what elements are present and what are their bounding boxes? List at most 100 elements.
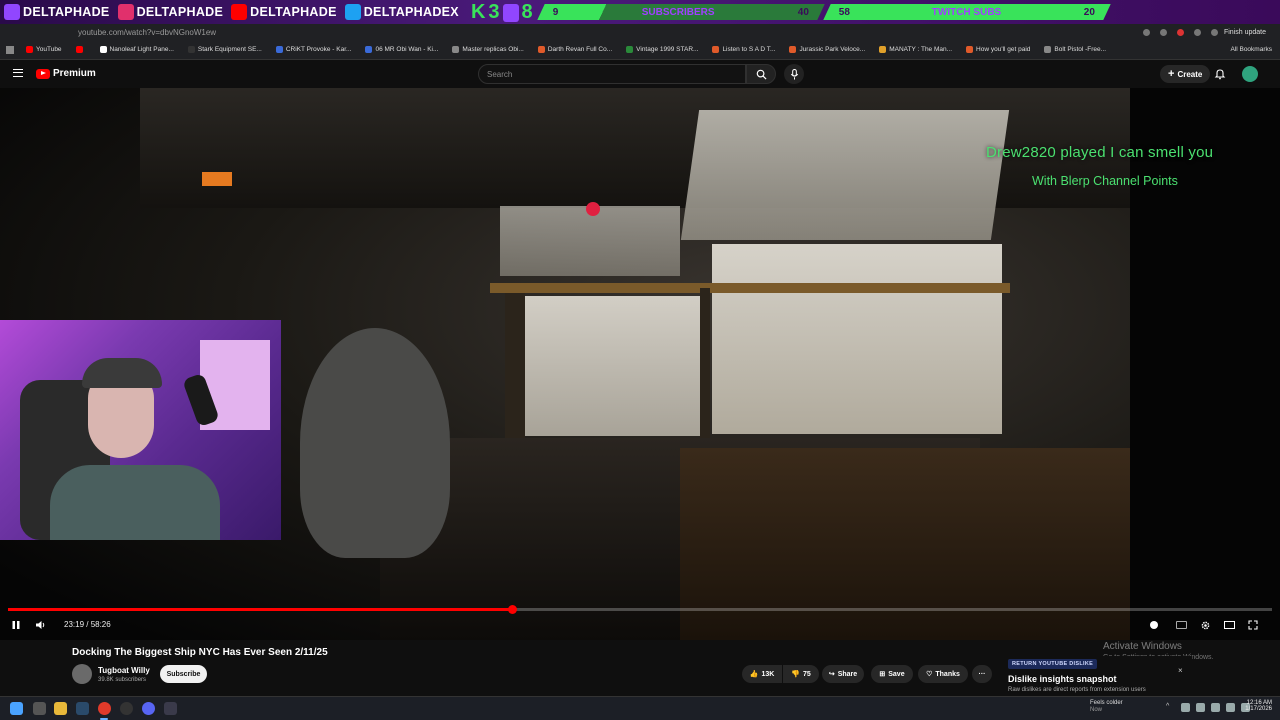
bookmark-favicon-icon xyxy=(187,46,195,53)
tray-app-icon[interactable] xyxy=(1196,703,1205,712)
extension-icon[interactable] xyxy=(1194,28,1201,36)
captions-button[interactable] xyxy=(1174,618,1188,632)
bookmark-item[interactable]: Vintage 1999 STAR... xyxy=(620,46,704,53)
like-button[interactable]: 👍 13K xyxy=(742,665,782,683)
bookmark-item[interactable]: Nanoleaf Light Pane... xyxy=(94,46,180,53)
finish-update-button[interactable]: Finish update xyxy=(1224,29,1266,36)
all-bookmarks-label: All Bookmarks xyxy=(1230,46,1272,53)
extension-icon[interactable] xyxy=(1143,28,1150,36)
bookmark-star-icon[interactable] xyxy=(1160,28,1167,36)
bookmark-item[interactable]: Master replicas Obi... xyxy=(446,46,529,53)
bookmark-item[interactable]: 06 MR Obi Wan - Ki... xyxy=(359,46,444,53)
settings-button[interactable] xyxy=(1198,618,1212,632)
fullscreen-button[interactable] xyxy=(1246,618,1260,632)
thumbs-down-icon: 👎 xyxy=(791,671,800,678)
window-pane xyxy=(680,110,1010,240)
bookmark-favicon-icon xyxy=(879,46,887,53)
share-button[interactable]: ↪ Share xyxy=(822,665,864,683)
social-handle: DELTAPHADEX xyxy=(341,2,463,22)
bookmark-favicon-icon xyxy=(452,46,460,53)
bookmark-favicon-icon xyxy=(1044,46,1052,53)
chrome-icon[interactable] xyxy=(98,702,111,715)
bookmark-item[interactable]: Stark Equipment SE... xyxy=(182,46,268,53)
create-button[interactable]: + Create xyxy=(1160,65,1211,83)
channel-avatar[interactable] xyxy=(72,664,92,684)
notifications-bell-icon[interactable] xyxy=(1214,68,1226,80)
steam-icon[interactable] xyxy=(76,702,89,715)
dislike-button[interactable]: 👎 75 xyxy=(783,665,819,683)
like-count: 13K xyxy=(761,670,775,678)
youtube-premium-logo[interactable]: Premium xyxy=(36,68,96,79)
plus-icon: + xyxy=(1168,68,1175,80)
dislike-count: 75 xyxy=(802,670,811,678)
subscribe-button[interactable]: Subscribe xyxy=(160,665,207,683)
menu-icon[interactable] xyxy=(13,69,23,77)
start-menu-icon[interactable] xyxy=(10,702,23,715)
all-bookmarks-button[interactable]: All Bookmarks xyxy=(1230,46,1272,53)
social-handle: DELTAPHADE xyxy=(227,2,341,22)
save-button[interactable]: ⊞ Save xyxy=(871,665,913,683)
account-avatar[interactable] xyxy=(1242,66,1258,82)
bookmark-item[interactable]: YouTube xyxy=(20,46,68,53)
search-input[interactable]: Search xyxy=(478,64,746,84)
windows-taskbar: Feels colder Now ^ 12:16 AM 1/17/2026 xyxy=(0,696,1280,720)
pause-button[interactable] xyxy=(10,618,22,632)
address-bar[interactable]: youtube.com/watch?v=dbvNGnoW1ew Finish u… xyxy=(0,24,1280,40)
more-actions-button[interactable]: ··· xyxy=(972,665,992,683)
volume-icon xyxy=(36,621,45,629)
bookmark-item[interactable]: Darth Revan Full Co... xyxy=(532,46,618,53)
bookmark-label: Jurassic Park Veloce... xyxy=(799,46,866,53)
channel-name[interactable]: Tugboat Willy xyxy=(98,666,150,675)
bookmark-item[interactable]: CRiKT Provoke - Kar... xyxy=(270,46,358,53)
progress-bar[interactable] xyxy=(8,605,1272,614)
network-icon[interactable] xyxy=(1226,703,1235,712)
thanks-label: Thanks xyxy=(935,670,960,678)
system-clock[interactable]: 12:16 AM 1/17/2026 xyxy=(1242,700,1272,712)
close-card-button[interactable]: × xyxy=(1178,666,1183,675)
bookmark-favicon-icon xyxy=(789,46,797,53)
thanks-icon: ♡ xyxy=(926,671,933,678)
fullscreen-icon xyxy=(1248,620,1258,630)
bookmark-favicon-icon xyxy=(75,46,83,53)
search-icon xyxy=(756,69,767,80)
url-text[interactable]: youtube.com/watch?v=dbvNGnoW1ew xyxy=(78,28,216,37)
k38-logo: K 3 8 xyxy=(471,1,533,24)
app-icon[interactable] xyxy=(164,702,177,715)
stream-goals: K 3 8 9 SUBSCRIBERS 40 58 TWITCH SUBS 20 xyxy=(471,0,1113,24)
weather-widget[interactable]: Feels colder Now xyxy=(1090,700,1123,713)
bookmark-favicon-icon xyxy=(537,46,545,53)
extension-icon[interactable] xyxy=(1211,28,1218,36)
share-label: Share xyxy=(837,670,858,678)
bookmark-item[interactable]: Listen to S A D T... xyxy=(706,46,781,53)
bookmark-label: Stark Equipment SE... xyxy=(197,46,262,53)
right-letterbox xyxy=(1130,88,1280,640)
thanks-button[interactable]: ♡ Thanks xyxy=(918,665,968,683)
task-view-icon[interactable] xyxy=(33,702,46,715)
video-title: Docking The Biggest Ship NYC Has Ever Se… xyxy=(72,647,328,658)
extension-icon[interactable] xyxy=(1177,28,1184,36)
microphone-tray-icon[interactable] xyxy=(1211,703,1220,712)
bookmark-label: MANATY : The Man... xyxy=(889,46,953,53)
voice-search-button[interactable] xyxy=(784,64,804,84)
tray-app-icon[interactable] xyxy=(1181,703,1190,712)
bookmark-item[interactable]: Jurassic Park Veloce... xyxy=(783,46,871,53)
search-button[interactable] xyxy=(746,64,776,84)
logo-text: Premium xyxy=(53,68,96,79)
red-indicator-light xyxy=(586,202,600,216)
obs-icon[interactable] xyxy=(120,702,133,715)
theater-mode-button[interactable] xyxy=(1222,618,1236,632)
volume-button[interactable] xyxy=(34,618,48,632)
file-explorer-icon[interactable] xyxy=(54,702,67,715)
autoplay-toggle[interactable] xyxy=(1148,618,1160,632)
apps-grid-icon[interactable] xyxy=(6,45,14,54)
card-description: Raw dislikes are direct reports from ext… xyxy=(1008,687,1146,693)
video-player[interactable]: Drew2820 played I can smell you With Ble… xyxy=(0,88,1280,640)
bookmark-item[interactable]: How you'll get paid xyxy=(960,46,1036,53)
bookmark-item[interactable]: Bolt Pistol -Free... xyxy=(1038,46,1112,53)
discord-icon[interactable] xyxy=(142,702,155,715)
system-tray[interactable]: ^ xyxy=(1166,703,1250,712)
create-label: Create xyxy=(1177,69,1203,79)
bookmark-item[interactable]: MANATY : The Man... xyxy=(873,46,958,53)
bookmark-item[interactable] xyxy=(70,46,92,53)
tray-chevron-icon[interactable]: ^ xyxy=(1166,703,1175,712)
